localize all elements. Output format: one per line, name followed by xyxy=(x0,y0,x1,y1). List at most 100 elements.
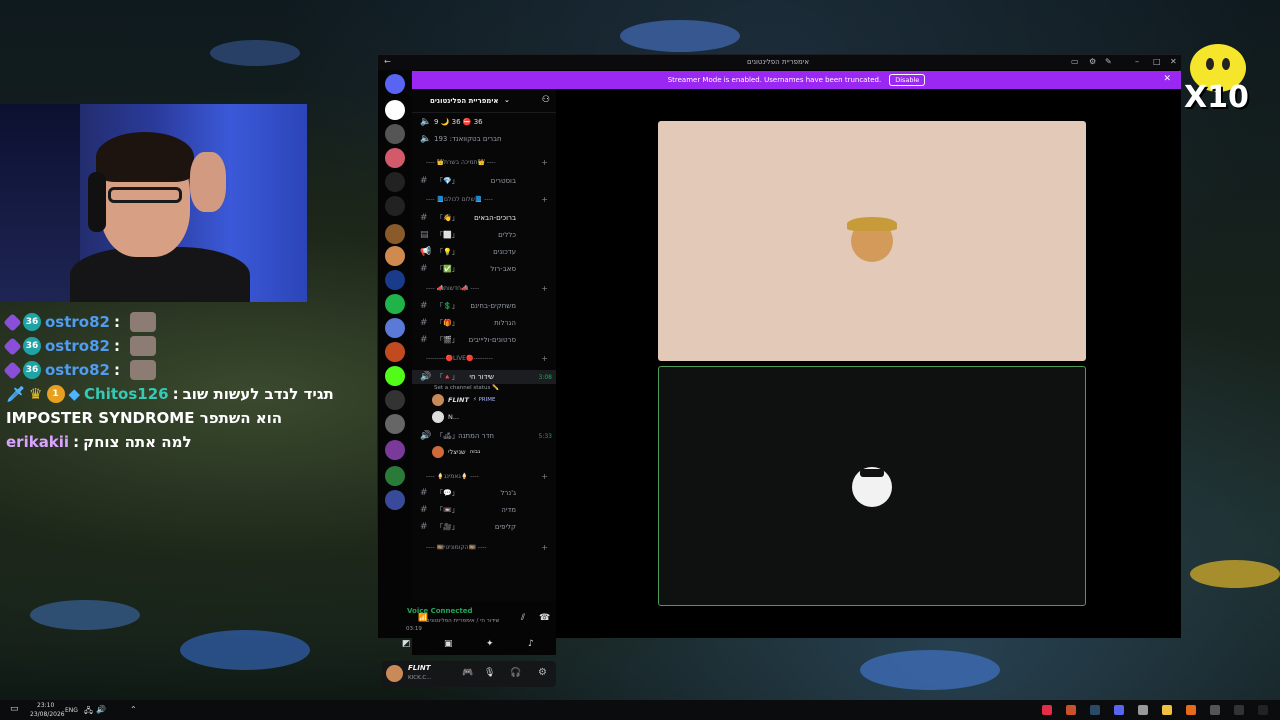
add-channel-icon[interactable]: + xyxy=(541,354,548,363)
channel-item[interactable]: ▤ 「⬜」 כללים xyxy=(412,228,556,242)
language-indicator[interactable]: ENG xyxy=(65,707,78,714)
announcement-channel-icon: 📢 xyxy=(420,247,432,257)
app-icon[interactable] xyxy=(1210,705,1220,715)
add-channel-icon[interactable]: + xyxy=(541,472,548,481)
maximize-button[interactable]: □ xyxy=(1153,57,1161,66)
banner-close-icon[interactable]: ✕ xyxy=(1163,74,1171,84)
voice-user[interactable]: שניצלי גבוה xyxy=(432,445,480,459)
server-icon[interactable] xyxy=(385,172,405,192)
noise-suppression-icon[interactable]: ⫽ xyxy=(521,613,525,623)
firefox-icon[interactable] xyxy=(1186,705,1196,715)
close-button[interactable]: ✕ xyxy=(1170,57,1177,66)
file-explorer-icon[interactable] xyxy=(1162,705,1172,715)
chat-text: IMPOSTER SYNDROME הוא השתפר xyxy=(6,409,283,427)
server-icon-active[interactable] xyxy=(385,246,405,266)
add-channel-icon[interactable]: + xyxy=(541,195,548,204)
youtube-icon[interactable] xyxy=(1042,705,1052,715)
controller-icon[interactable]: 🎮 xyxy=(462,668,473,678)
start-icon[interactable]: ▭ xyxy=(10,704,19,714)
disable-button[interactable]: Disable xyxy=(889,74,926,86)
participant-tile-speaking[interactable] xyxy=(658,366,1086,606)
discord-taskbar-icon[interactable] xyxy=(1114,705,1124,715)
channel-item[interactable]: # 「✅」 סאב-רול xyxy=(412,262,556,276)
app-icon[interactable] xyxy=(1066,705,1076,715)
server-icon[interactable] xyxy=(385,318,405,338)
server-icon[interactable] xyxy=(385,196,405,216)
network-icon[interactable]: 🖧 xyxy=(84,705,93,719)
server-icon[interactable] xyxy=(385,224,405,244)
clock-date[interactable]: 23/08/2026 xyxy=(30,711,65,718)
channel-status[interactable]: Set a channel status ✏️ xyxy=(434,385,499,391)
channel-item[interactable]: # 「🎥」 קליפים xyxy=(412,520,556,534)
server-folder[interactable] xyxy=(385,466,405,486)
camera-off-icon[interactable]: ◩ xyxy=(402,639,411,649)
microphone-icon[interactable]: 🎙 xyxy=(484,668,495,678)
rules-channel-icon: ▤ xyxy=(420,230,429,240)
headphones-icon[interactable]: 🎧 xyxy=(510,668,521,678)
obs-icon[interactable] xyxy=(1234,705,1244,715)
voice-user[interactable]: N... xyxy=(432,410,459,424)
direct-messages-button[interactable] xyxy=(385,74,405,94)
server-icon[interactable] xyxy=(385,294,405,314)
server-icon[interactable] xyxy=(385,100,405,120)
voice-channel-live[interactable]: 🔊 「🔺」 שידור חי 3:08 xyxy=(412,370,556,384)
server-icon[interactable] xyxy=(385,342,405,362)
add-channel-icon[interactable]: + xyxy=(541,284,548,293)
channel-item[interactable]: # 「💬」 ג'נרל xyxy=(412,486,556,500)
add-channel-icon[interactable]: + xyxy=(541,158,548,167)
add-member-icon[interactable]: ⚇ xyxy=(542,95,550,105)
voice-user-name: שניצלי xyxy=(448,448,466,456)
channel-item[interactable]: # 「👋」 ברוכים-הבאים xyxy=(412,211,556,225)
activities-icon[interactable]: ✦ xyxy=(486,639,494,649)
channel-item[interactable]: # 「💎」 בוסטרים xyxy=(412,174,556,188)
server-icon[interactable] xyxy=(385,366,405,386)
participant-hat xyxy=(847,217,897,231)
app-icon[interactable] xyxy=(1138,705,1148,715)
server-icon[interactable] xyxy=(385,148,405,168)
category-header[interactable]: ---- 🎞️הקומוניטי🎞️ ---- xyxy=(426,544,487,551)
user-avatar[interactable] xyxy=(386,665,403,682)
background-fish xyxy=(860,650,1000,690)
voice-channel[interactable]: 🔊 「🛋」 חדר המתנה 5:33 xyxy=(412,429,556,443)
text-channel-icon: # xyxy=(420,335,428,345)
user-settings-icon[interactable]: ⚙ xyxy=(538,667,547,678)
channel-item[interactable]: # 「📼」 מדיה xyxy=(412,503,556,517)
settings-icon[interactable]: ⚙ xyxy=(1089,57,1096,66)
disconnect-icon[interactable]: ☎ xyxy=(539,613,550,623)
category-header[interactable]: ---------🔴LIVE🔴--------- xyxy=(426,355,493,362)
steam-icon[interactable] xyxy=(1090,705,1100,715)
channel-item[interactable]: 📢 「💡」 עדכונים xyxy=(412,245,556,259)
channel-item[interactable]: # 「🎁」 הגרלות xyxy=(412,316,556,330)
category-header[interactable]: ---- 🍦גאמינג🍦 ---- xyxy=(426,473,479,480)
category-header[interactable]: ---- 👑תמיכה בשרת👑 ---- xyxy=(426,159,496,166)
clock-time[interactable]: 23:10 xyxy=(37,702,54,709)
category-header[interactable]: ---- 📣חדשות📣 ---- xyxy=(426,285,479,292)
channel-item[interactable]: # 「🎬」 סרטונים-וליייבים xyxy=(412,333,556,347)
volume-icon[interactable]: 🔊 xyxy=(96,705,106,714)
category-header[interactable]: ---- 📘שלום לכולם📘 ---- xyxy=(426,196,493,203)
server-icon[interactable] xyxy=(385,440,405,460)
screen-share-icon[interactable]: ▣ xyxy=(444,639,453,649)
voice-status[interactable]: Voice Connected xyxy=(407,607,473,615)
user-name[interactable]: FLINT xyxy=(408,664,430,672)
soundboard-icon[interactable]: ♪ xyxy=(528,639,534,649)
voice-channel-path[interactable]: שידור חי / אימפריית הפלינטונים xyxy=(426,618,499,624)
stats-text: חברים בטקוואנד: 193 xyxy=(434,135,502,143)
server-icon[interactable] xyxy=(385,124,405,144)
pin-icon[interactable]: ✎ xyxy=(1105,57,1112,66)
server-icon[interactable] xyxy=(385,270,405,290)
add-channel-icon[interactable]: + xyxy=(541,543,548,552)
back-arrow-icon[interactable]: ← xyxy=(384,57,391,66)
guild-header[interactable]: אימפריית הפלינטונים ⌄ ⚇ xyxy=(412,89,556,113)
server-icon[interactable] xyxy=(385,414,405,434)
server-folder[interactable] xyxy=(385,490,405,510)
voice-user[interactable]: FLINT ⚡ PRIME xyxy=(432,393,495,407)
server-icon[interactable] xyxy=(385,390,405,410)
channel-item[interactable]: # 「💲」 משחקים-בחינם xyxy=(412,299,556,313)
tray-overflow-icon[interactable]: ⌃ xyxy=(130,705,137,714)
participant-tile[interactable] xyxy=(658,121,1086,361)
inbox-icon[interactable]: ▭ xyxy=(1071,57,1079,66)
app-icon[interactable] xyxy=(1258,705,1268,715)
minimize-button[interactable]: – xyxy=(1135,57,1139,66)
channel-badge-icon: 36 xyxy=(23,337,41,355)
